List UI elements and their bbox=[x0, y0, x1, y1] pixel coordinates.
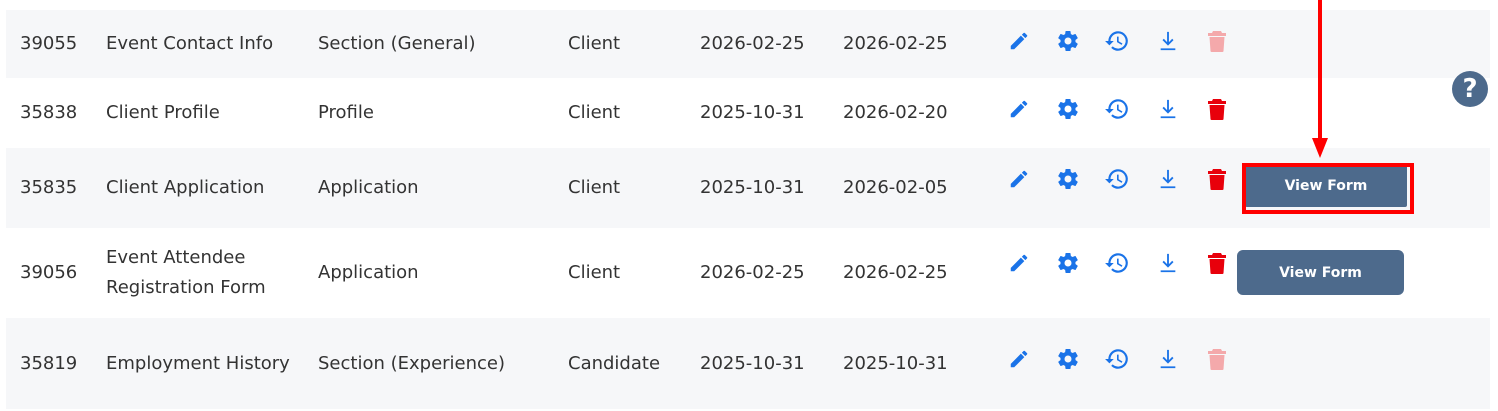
created-date: 2025-10-31 bbox=[700, 102, 805, 123]
trash-icon[interactable] bbox=[1204, 96, 1230, 122]
form-audience: Candidate bbox=[568, 352, 661, 374]
history-icon[interactable] bbox=[1104, 166, 1130, 192]
help-button[interactable]: ? bbox=[1452, 71, 1488, 107]
form-name: Client Profile bbox=[106, 102, 220, 123]
form-audience: Client bbox=[568, 102, 621, 123]
gear-icon[interactable] bbox=[1055, 166, 1081, 192]
form-type: Section (Experience) bbox=[318, 352, 506, 374]
download-icon[interactable] bbox=[1155, 346, 1181, 372]
gear-icon[interactable] bbox=[1055, 28, 1081, 54]
form-name: Client Application bbox=[106, 177, 265, 198]
form-type: Profile bbox=[318, 102, 374, 123]
table-row: 39055 Event Contact Info Section (Genera… bbox=[6, 10, 1490, 78]
updated-date: 2026-02-25 bbox=[843, 33, 948, 54]
created-date: 2025-10-31 bbox=[700, 177, 805, 198]
form-name: Event Contact Info bbox=[106, 33, 274, 54]
pencil-icon[interactable] bbox=[1006, 250, 1032, 276]
annotation-arrow bbox=[1312, 0, 1328, 158]
view-form-button[interactable]: View Form bbox=[1237, 250, 1404, 295]
download-icon[interactable] bbox=[1155, 166, 1181, 192]
form-type: Application bbox=[318, 177, 419, 198]
gear-icon[interactable] bbox=[1055, 250, 1081, 276]
form-type: Application bbox=[318, 262, 419, 283]
form-name: Employment History bbox=[106, 352, 290, 374]
form-id: 35835 bbox=[20, 177, 78, 198]
history-icon[interactable] bbox=[1104, 346, 1130, 372]
pencil-icon[interactable] bbox=[1006, 346, 1032, 372]
history-icon[interactable] bbox=[1104, 250, 1130, 276]
form-id: 35819 bbox=[20, 352, 78, 374]
table-row: 35838 Client Profile Profile Client 2025… bbox=[6, 78, 1490, 148]
question-icon: ? bbox=[1462, 74, 1478, 104]
pencil-icon[interactable] bbox=[1006, 28, 1032, 54]
trash-icon bbox=[1204, 346, 1230, 372]
form-audience: Client bbox=[568, 33, 621, 54]
form-name: Event Attendee Registration Form bbox=[106, 247, 266, 298]
highlight-box bbox=[1242, 163, 1414, 214]
updated-date: 2025-10-31 bbox=[843, 352, 948, 374]
trash-icon[interactable] bbox=[1204, 166, 1230, 192]
form-type: Section (General) bbox=[318, 33, 476, 54]
pencil-icon[interactable] bbox=[1006, 96, 1032, 122]
form-audience: Client bbox=[568, 262, 621, 283]
pencil-icon[interactable] bbox=[1006, 166, 1032, 192]
form-id: 39056 bbox=[20, 262, 78, 283]
history-icon[interactable] bbox=[1104, 28, 1130, 54]
created-date: 2026-02-25 bbox=[700, 262, 805, 283]
download-icon[interactable] bbox=[1155, 28, 1181, 54]
trash-icon bbox=[1204, 28, 1230, 54]
updated-date: 2026-02-25 bbox=[843, 262, 948, 283]
gear-icon[interactable] bbox=[1055, 346, 1081, 372]
table-row: 35819 Employment History Section (Experi… bbox=[6, 318, 1490, 409]
gear-icon[interactable] bbox=[1055, 96, 1081, 122]
history-icon[interactable] bbox=[1104, 96, 1130, 122]
form-id: 35838 bbox=[20, 102, 78, 123]
download-icon[interactable] bbox=[1155, 96, 1181, 122]
created-date: 2026-02-25 bbox=[700, 33, 805, 54]
trash-icon[interactable] bbox=[1204, 250, 1230, 276]
updated-date: 2026-02-05 bbox=[843, 177, 948, 198]
updated-date: 2026-02-20 bbox=[843, 102, 948, 123]
form-audience: Client bbox=[568, 177, 621, 198]
form-id: 39055 bbox=[20, 33, 78, 54]
download-icon[interactable] bbox=[1155, 250, 1181, 276]
created-date: 2025-10-31 bbox=[700, 352, 805, 374]
